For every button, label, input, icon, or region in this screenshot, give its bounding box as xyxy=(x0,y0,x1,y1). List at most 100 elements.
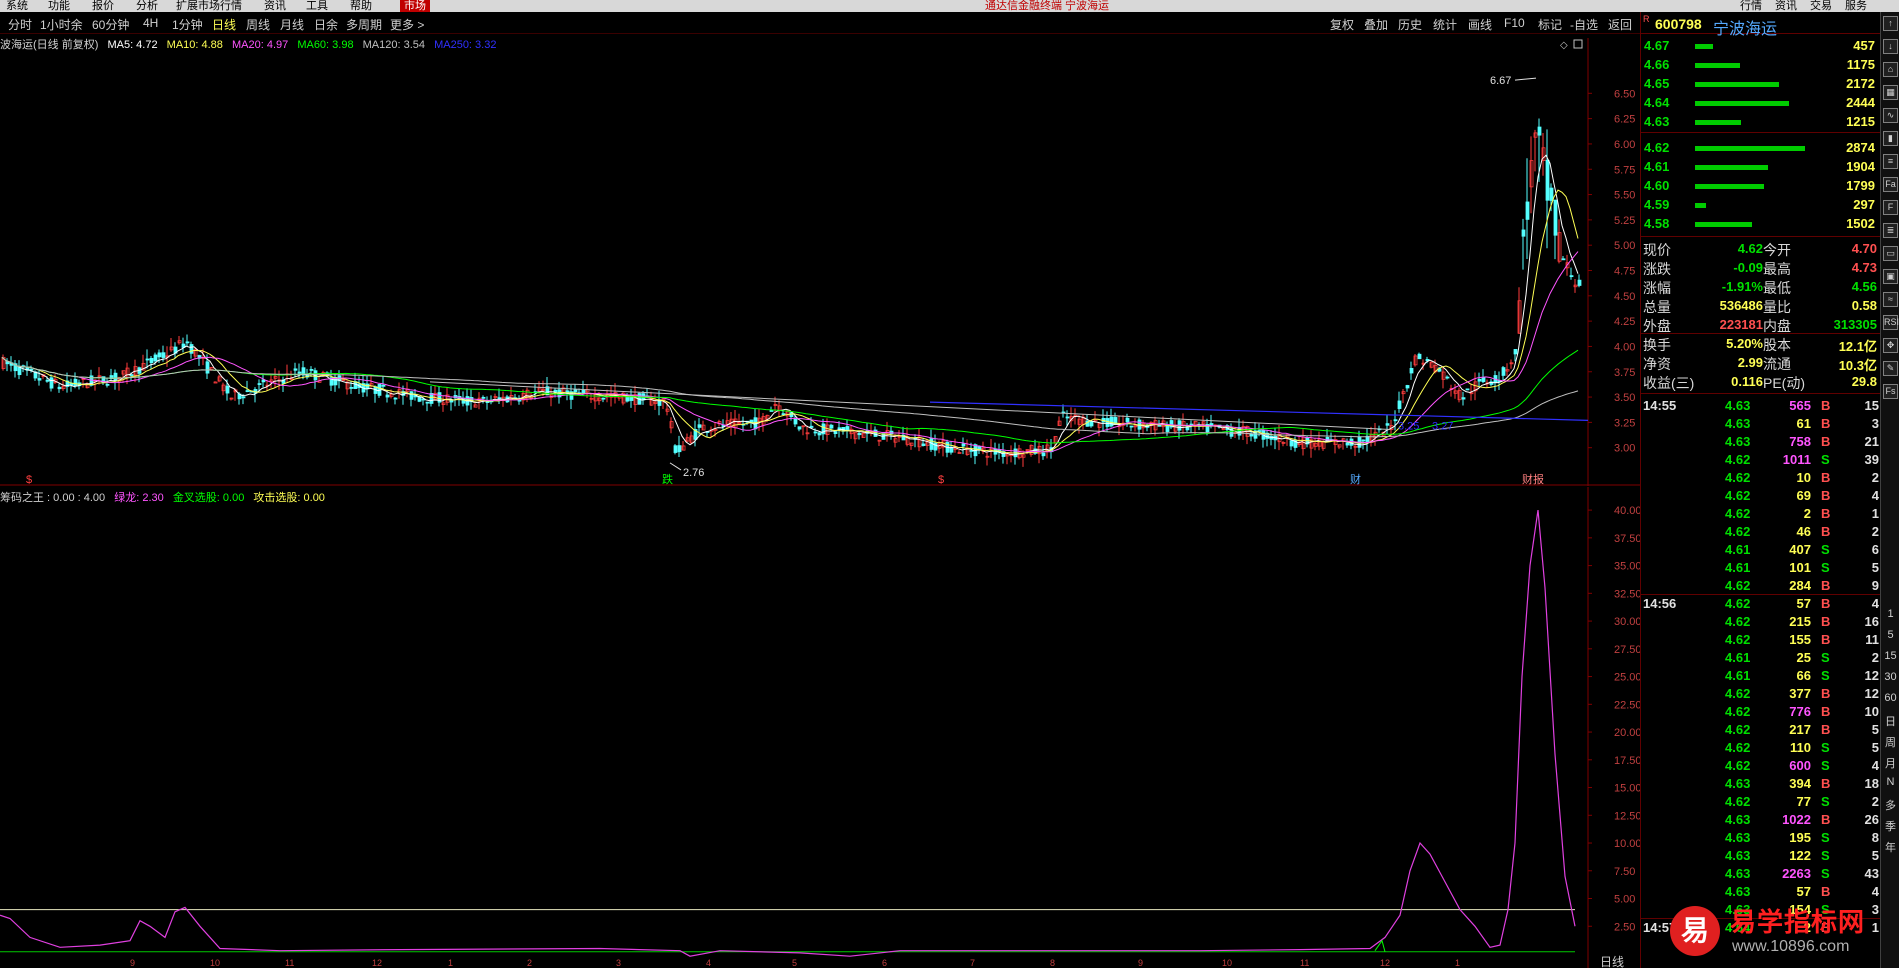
period-shortcut[interactable]: 60 xyxy=(1883,692,1898,704)
indicator-legend: 筹码之王 : 0.00 : 4.00 绿龙: 2.30 金叉选股: 0.00 攻… xyxy=(0,489,331,505)
ask-row[interactable]: 4.64 2444 xyxy=(1641,93,1881,112)
bid-row[interactable]: 4.61 1904 xyxy=(1641,157,1881,176)
period-shortcut[interactable]: 季 xyxy=(1883,818,1898,834)
tick-row: 4.62 215 B 16 xyxy=(1641,613,1881,631)
diamond-icon: ◇ xyxy=(1560,40,1568,51)
tool-icon[interactable]: RSI xyxy=(1883,315,1899,330)
tick-row: 4.62 155 B 11 xyxy=(1641,631,1881,649)
tick-price: 4.63 xyxy=(1725,884,1751,899)
btn-mark[interactable]: 标记 xyxy=(1538,16,1562,33)
candle-body xyxy=(769,410,774,412)
tool-icon[interactable]: ≈ xyxy=(1883,292,1898,307)
tick-volume: 394 xyxy=(1789,776,1811,791)
tick-volume: 377 xyxy=(1789,686,1811,701)
btn-f10[interactable]: F10 xyxy=(1504,16,1525,30)
period-shortcut[interactable]: 1 xyxy=(1883,608,1898,620)
tool-icon[interactable]: F xyxy=(1883,200,1898,215)
period-fenshi[interactable]: 分时 xyxy=(8,16,32,33)
bid-volume: 297 xyxy=(1853,197,1875,212)
btn-fuquan[interactable]: 复权 xyxy=(1330,16,1354,33)
ask-row[interactable]: 4.67 457 xyxy=(1641,36,1881,55)
tool-icon[interactable]: ⌂ xyxy=(1883,62,1898,77)
bid-row[interactable]: 4.62 2874 xyxy=(1641,138,1881,157)
menu-right-trade[interactable]: 交易 xyxy=(1810,0,1832,12)
tool-icon[interactable]: ≣ xyxy=(1883,223,1898,238)
period-dayrem[interactable]: 日余 xyxy=(314,16,338,33)
btn-stats[interactable]: 统计 xyxy=(1433,16,1457,33)
tick-row: 4.61 25 S 2 xyxy=(1641,649,1881,667)
bid-row[interactable]: 4.58 1502 xyxy=(1641,214,1881,233)
tool-icon[interactable]: ∿ xyxy=(1883,108,1898,123)
bid-bar xyxy=(1695,165,1768,170)
kline-main-chart[interactable]: 6.50 6.25 6.00 5.75 5.50 5.25 5.00 4.75 4.50 4.25… xyxy=(0,38,1640,486)
main-axis-label: 5.00 xyxy=(1614,240,1635,252)
period-60m[interactable]: 60分钟 xyxy=(92,16,129,33)
tool-icon[interactable]: ↓ xyxy=(1883,39,1898,54)
menu-help[interactable]: 帮助 xyxy=(350,0,372,12)
candle-body xyxy=(573,389,578,393)
period-4h[interactable]: 4H xyxy=(143,16,158,30)
tool-icon[interactable]: ✥ xyxy=(1883,338,1898,353)
menu-function[interactable]: 功能 xyxy=(48,0,70,12)
period-shortcut[interactable]: 多 xyxy=(1883,797,1898,813)
bid-row[interactable]: 4.60 1799 xyxy=(1641,176,1881,195)
menu-analysis[interactable]: 分析 xyxy=(136,0,158,12)
tool-icon[interactable]: ▣ xyxy=(1883,269,1898,284)
period-1h[interactable]: 1小时余 xyxy=(40,16,83,33)
menu-news[interactable]: 资讯 xyxy=(264,0,286,12)
tick-price: 4.63 xyxy=(1725,416,1751,431)
quote-label-right: 流通 xyxy=(1763,356,1791,372)
period-shortcut[interactable]: N xyxy=(1883,776,1898,788)
candle-body xyxy=(677,445,682,453)
quote-label-right: 最高 xyxy=(1763,261,1791,277)
tool-icon[interactable]: ▮ xyxy=(1883,131,1898,146)
period-week[interactable]: 周线 xyxy=(246,16,270,33)
period-shortcut[interactable]: 年 xyxy=(1883,839,1898,855)
btn-history[interactable]: 历史 xyxy=(1398,16,1422,33)
ask-volume: 1215 xyxy=(1846,114,1875,129)
btn-draw[interactable]: 画线 xyxy=(1468,16,1492,33)
tick-count: 2 xyxy=(1871,524,1879,539)
period-shortcut[interactable]: 日 xyxy=(1883,713,1898,729)
tick-price: 4.62 xyxy=(1725,740,1751,755)
candle-body xyxy=(1397,400,1402,409)
tool-icon[interactable]: ▭ xyxy=(1883,246,1898,261)
btn-back[interactable]: 返回 xyxy=(1608,16,1632,33)
period-day[interactable]: 日线 xyxy=(212,16,236,33)
period-shortcut[interactable]: 15 xyxy=(1883,650,1898,662)
menu-right-service[interactable]: 服务 xyxy=(1845,0,1867,12)
menu-right-quote[interactable]: 行情 xyxy=(1740,0,1762,12)
ask-row[interactable]: 4.63 1215 xyxy=(1641,112,1881,131)
period-more[interactable]: 更多 > xyxy=(390,16,424,33)
ask-row[interactable]: 4.66 1175 xyxy=(1641,55,1881,74)
tool-icon[interactable]: Fs xyxy=(1883,384,1898,399)
period-shortcut[interactable]: 月 xyxy=(1883,755,1898,771)
candle-body xyxy=(797,426,802,430)
separator xyxy=(1641,132,1881,133)
bid-row[interactable]: 4.59 297 xyxy=(1641,195,1881,214)
ask-row[interactable]: 4.65 2172 xyxy=(1641,74,1881,93)
period-multi[interactable]: 多周期 xyxy=(346,16,382,33)
btn-watchlist[interactable]: -自选 xyxy=(1570,16,1598,33)
period-month[interactable]: 月线 xyxy=(280,16,304,33)
candle-body xyxy=(293,368,298,371)
tool-icon[interactable]: Fa xyxy=(1883,177,1898,192)
tool-icon[interactable]: ▦ xyxy=(1883,85,1898,100)
period-shortcut[interactable]: 周 xyxy=(1883,734,1898,750)
menu-ext-market[interactable]: 扩展市场行情 xyxy=(176,0,242,12)
btn-overlay[interactable]: 叠加 xyxy=(1364,16,1388,33)
indicator-chart[interactable]: 40.0037.5035.0032.5030.0027.5025.0022.50… xyxy=(0,487,1640,968)
period-shortcut[interactable]: 30 xyxy=(1883,671,1898,683)
tool-icon[interactable]: ≡ xyxy=(1883,154,1898,169)
menu-tools[interactable]: 工具 xyxy=(306,0,328,12)
period-1m[interactable]: 1分钟 xyxy=(172,16,203,33)
candle-body xyxy=(309,369,314,371)
menu-right-news[interactable]: 资讯 xyxy=(1775,0,1797,12)
month-label: 6 xyxy=(882,958,887,968)
tool-icon[interactable]: ✎ xyxy=(1883,361,1898,376)
tool-icon[interactable]: ↑ xyxy=(1883,16,1898,31)
menu-system[interactable]: 系统 xyxy=(6,0,28,12)
period-shortcut[interactable]: 5 xyxy=(1883,629,1898,641)
menu-market-tab[interactable]: 市场 xyxy=(400,0,430,12)
menu-quote[interactable]: 报价 xyxy=(92,0,114,12)
